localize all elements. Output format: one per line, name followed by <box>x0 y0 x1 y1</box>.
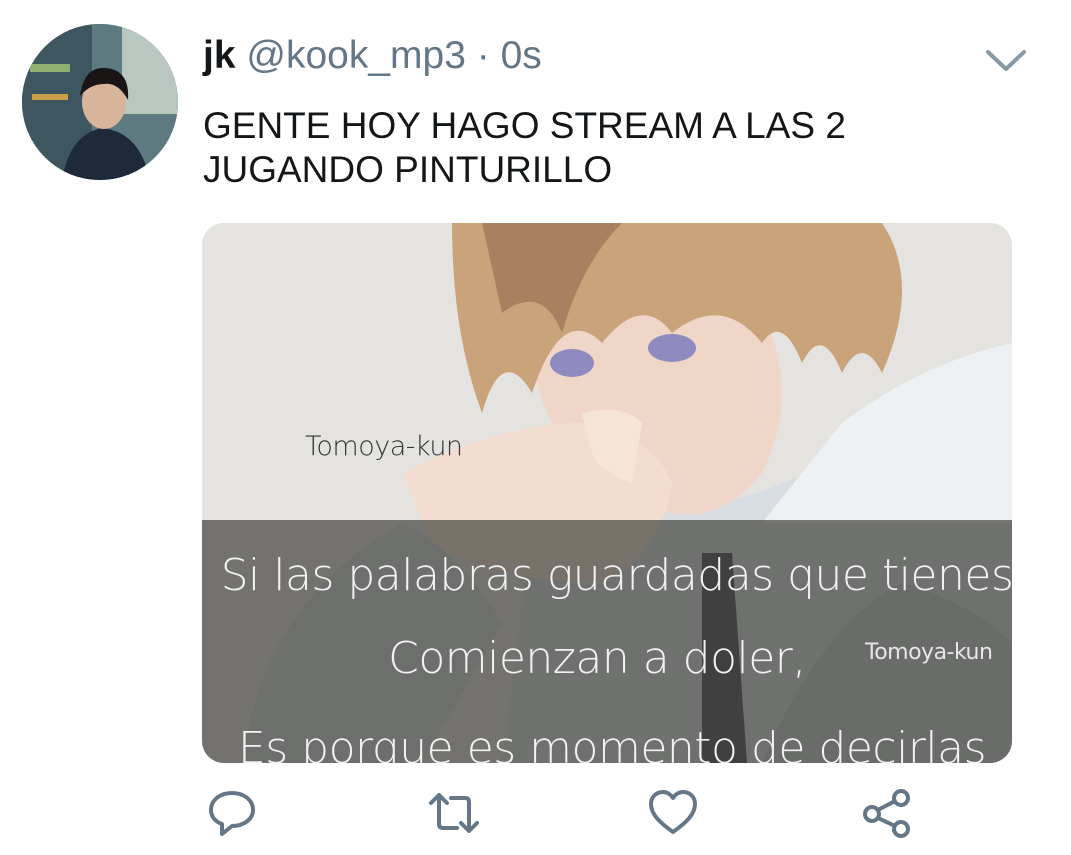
tweet-text-line: JUGANDO PINTURILLO <box>203 149 613 190</box>
quote-line: Es porque es momento de decirlas <box>237 723 987 763</box>
tweet-image[interactable]: Tomoya-kun Si las palabras guardadas que… <box>202 223 1012 763</box>
timestamp[interactable]: 0s <box>501 34 542 77</box>
tweet-text: GENTE HOY HAGO STREAM A LAS 2 JUGANDO PI… <box>203 104 1023 192</box>
chevron-down-icon[interactable] <box>983 44 1029 76</box>
display-name[interactable]: jk <box>203 34 236 77</box>
retweet-icon[interactable] <box>427 786 481 840</box>
avatar-image <box>22 24 178 180</box>
tweet: jk @kook_mp3 · 0s GENTE HOY HAGO STREAM … <box>0 0 1071 855</box>
watermark: Tomoya-kun <box>305 431 463 462</box>
watermark: Tomoya-kun <box>865 640 993 665</box>
share-icon[interactable] <box>860 786 914 840</box>
quote-line: Si las palabras guardadas que tienes <box>220 550 1012 601</box>
user-handle[interactable]: @kook_mp3 <box>246 34 466 77</box>
action-bar <box>0 786 1071 840</box>
separator-dot: · <box>476 34 490 77</box>
avatar[interactable] <box>22 24 178 180</box>
heart-icon[interactable] <box>646 786 700 840</box>
reply-icon[interactable] <box>205 786 259 840</box>
tweet-text-line: GENTE HOY HAGO STREAM A LAS 2 <box>203 105 846 146</box>
tweet-header: jk @kook_mp3 · 0s <box>203 30 542 82</box>
